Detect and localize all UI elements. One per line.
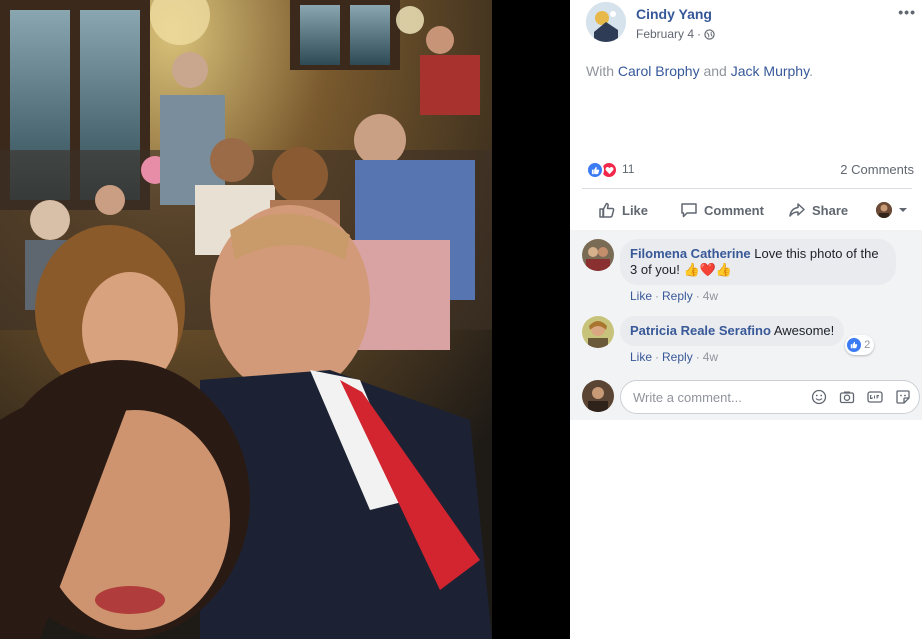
- tagged-person-link[interactable]: Carol Brophy: [618, 63, 700, 79]
- comment-composer: Write a comment...: [582, 380, 922, 414]
- reactions-summary[interactable]: 11 2 Comments: [586, 161, 914, 179]
- post-meta: February 4 ·: [636, 27, 715, 41]
- comment-icon: [680, 201, 698, 219]
- comment-time[interactable]: 4w: [703, 350, 718, 364]
- comment-input[interactable]: Write a comment...: [620, 380, 920, 414]
- like-label: Like: [622, 202, 649, 218]
- composer-tools: [811, 389, 911, 405]
- comment-reply-link[interactable]: Reply: [662, 289, 693, 303]
- gif-icon[interactable]: [867, 389, 883, 405]
- comment-reply-link[interactable]: Reply: [662, 350, 693, 364]
- globe-icon: [704, 28, 715, 40]
- like-reaction-icon: [847, 338, 862, 352]
- with-and: and: [699, 63, 731, 79]
- comment: Filomena Catherine Love this photo of th…: [582, 239, 912, 303]
- author-name[interactable]: Cindy Yang: [636, 6, 712, 22]
- comment-actions: Like · Reply · 4w: [630, 350, 719, 364]
- comments-section: Filomena Catherine Love this photo of th…: [570, 230, 922, 420]
- comment-actions: Like · Reply · 4w: [630, 289, 719, 303]
- camera-icon[interactable]: [839, 389, 855, 405]
- user-avatar: [582, 380, 614, 412]
- comment-label: Comment: [704, 202, 764, 218]
- comment-like-link[interactable]: Like: [630, 350, 652, 364]
- comment-bubble: Patricia Reale Serafino Awesome! 2: [620, 316, 875, 355]
- comments-count-link[interactable]: 2 Comments: [840, 162, 914, 177]
- with-suffix: .: [809, 63, 813, 79]
- chevron-down-icon: [898, 205, 908, 215]
- divider: [582, 188, 912, 189]
- more-options-button[interactable]: •••: [898, 4, 916, 20]
- tagged-person-link[interactable]: Jack Murphy: [731, 63, 809, 79]
- sticker-icon[interactable]: [895, 389, 911, 405]
- comment-bubble: Filomena Catherine Love this photo of th…: [620, 239, 896, 285]
- share-arrow-icon: [788, 201, 806, 219]
- comment-text: Awesome!: [773, 323, 835, 338]
- comment-button[interactable]: Comment: [680, 194, 764, 226]
- like-reaction-icon: [586, 161, 604, 179]
- reaction-icons: [586, 161, 622, 179]
- comment: Patricia Reale Serafino Awesome! 2 Like ·…: [582, 316, 912, 366]
- thumbs-up-icon: [598, 201, 616, 219]
- commenter-name[interactable]: Patricia Reale Serafino: [630, 323, 771, 338]
- like-button[interactable]: Like: [598, 194, 648, 226]
- photo-viewer: [0, 0, 570, 639]
- commenter-avatar[interactable]: [582, 316, 614, 348]
- author-avatar[interactable]: [586, 2, 626, 42]
- post-photo[interactable]: [0, 0, 492, 639]
- comment-reaction-count: 2: [864, 339, 871, 351]
- post-actions: Like Comment Share: [582, 194, 912, 226]
- with-prefix: With: [586, 63, 618, 79]
- share-label: Share: [812, 202, 849, 218]
- reaction-count: 11: [622, 162, 635, 176]
- user-avatar: [876, 202, 892, 218]
- audience-selector[interactable]: [876, 194, 908, 226]
- tagged-line: With Carol Brophy and Jack Murphy.: [586, 63, 813, 79]
- comment-reactions[interactable]: 2: [845, 335, 875, 355]
- comment-like-link[interactable]: Like: [630, 289, 652, 303]
- meta-separator: ·: [697, 27, 702, 41]
- post-date[interactable]: February 4: [636, 27, 694, 41]
- commenter-avatar[interactable]: [582, 239, 614, 271]
- comment-time[interactable]: 4w: [703, 289, 718, 303]
- share-button[interactable]: Share: [788, 194, 848, 226]
- emoji-icon[interactable]: [811, 389, 827, 405]
- comment-input-placeholder: Write a comment...: [633, 390, 742, 405]
- post-header: Cindy Yang February 4 · •••: [586, 2, 916, 44]
- commenter-name[interactable]: Filomena Catherine: [630, 246, 751, 261]
- post-side-panel: Cindy Yang February 4 · ••• With Carol B…: [570, 0, 922, 639]
